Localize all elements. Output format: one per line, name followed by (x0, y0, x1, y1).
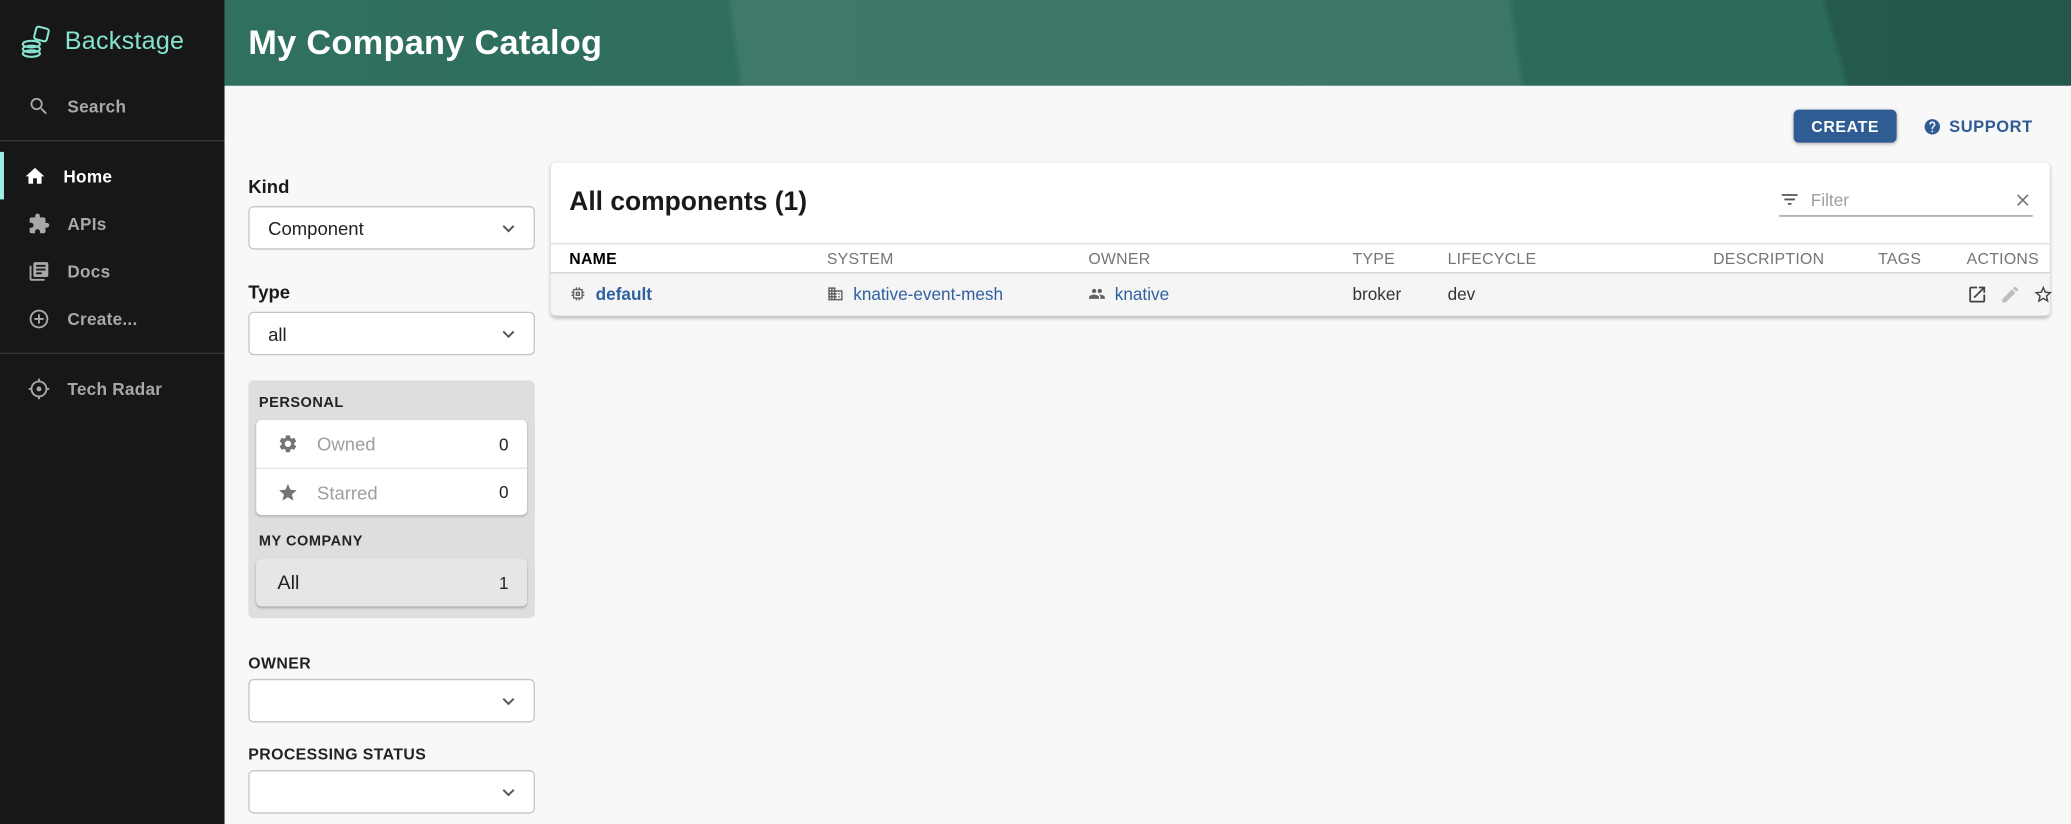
logo-text: Backstage (65, 28, 185, 57)
home-icon (24, 164, 46, 186)
cell-system: knative-event-mesh (820, 284, 1082, 304)
sidebar-item-label: Home (63, 166, 112, 186)
sidebar-item-label: Search (67, 96, 126, 116)
personal-heading: PERSONAL (256, 390, 527, 420)
filters-panel: Kind Component Type all PERSONAL (248, 176, 535, 814)
sidebar-item-label: APIs (67, 213, 106, 233)
help-icon (1923, 117, 1941, 135)
sidebar-item-tech-radar[interactable]: Tech Radar (0, 365, 225, 413)
backstage-logo[interactable]: Backstage (0, 0, 225, 63)
picker-item-all[interactable]: All 1 (256, 559, 527, 607)
company-heading: MY COMPANY (256, 528, 527, 558)
picker-item-label: Owned (317, 433, 499, 454)
open-in-new-icon[interactable] (1967, 284, 1988, 305)
column-header-name[interactable]: NAME (551, 249, 820, 267)
create-button[interactable]: CREATE (1794, 110, 1896, 143)
picker-item-count: 0 (499, 434, 509, 454)
picker-item-count: 0 (499, 482, 509, 502)
type-label: Type (248, 281, 535, 302)
sidebar: Backstage Search Home APIs Docs (0, 0, 225, 824)
main-area: My Company Catalog CREATE SUPPORT Kind C… (225, 0, 2071, 824)
column-header-description[interactable]: DESCRIPTION (1706, 249, 1871, 267)
processing-status-label: PROCESSING STATUS (248, 745, 535, 763)
picker-item-label: All (277, 571, 499, 593)
sidebar-item-docs[interactable]: Docs (0, 247, 225, 295)
owner-label: OWNER (248, 654, 535, 672)
entity-link[interactable]: default (596, 284, 652, 304)
chevron-down-icon (497, 216, 521, 240)
owner-link[interactable]: knative (1115, 284, 1169, 304)
table-filter-field (1779, 189, 2033, 217)
owner-select[interactable] (248, 679, 535, 723)
type-select-value: all (268, 323, 287, 344)
target-icon (28, 377, 50, 399)
star-icon (277, 481, 298, 502)
add-circle-icon (28, 307, 50, 329)
cell-actions (1960, 284, 2068, 305)
column-header-owner[interactable]: OWNER (1082, 249, 1346, 267)
sidebar-item-apis[interactable]: APIs (0, 199, 225, 247)
sidebar-item-label: Create... (67, 308, 137, 328)
support-label: SUPPORT (1949, 117, 2033, 135)
component-icon (569, 286, 586, 303)
column-header-type[interactable]: TYPE (1346, 249, 1441, 267)
kind-select[interactable]: Component (248, 206, 535, 250)
kind-label: Kind (248, 176, 535, 197)
processing-status-select[interactable] (248, 770, 535, 814)
cell-type: broker (1346, 284, 1441, 304)
system-icon (827, 286, 844, 303)
page-header: My Company Catalog (225, 0, 2071, 86)
star-border-icon[interactable] (2033, 284, 2054, 305)
catalog-card: All components (1) NAME SYSTEM OWN (551, 162, 2050, 316)
picker-item-owned[interactable]: Owned 0 (256, 420, 527, 468)
table-header-row: NAME SYSTEM OWNER TYPE LIFECYCLE DESCRIP… (551, 243, 2050, 273)
table-row: default knative-event-mesh knative (551, 273, 2050, 316)
sidebar-item-search[interactable]: Search (0, 82, 225, 130)
picker-item-count: 1 (499, 573, 509, 593)
sidebar-item-label: Docs (67, 261, 110, 281)
search-icon (28, 94, 50, 116)
cell-owner: knative (1082, 284, 1346, 304)
column-header-tags[interactable]: TAGS (1872, 249, 1960, 267)
column-header-system[interactable]: SYSTEM (820, 249, 1082, 267)
docs-icon (28, 260, 50, 282)
chevron-down-icon (497, 689, 521, 713)
group-icon (1088, 286, 1105, 303)
support-button[interactable]: SUPPORT (1923, 117, 2033, 135)
personal-card: Owned 0 Starred 0 (256, 420, 527, 515)
sidebar-divider (0, 353, 225, 354)
system-link[interactable]: knative-event-mesh (853, 284, 1003, 304)
backstage-logo-icon (18, 25, 52, 59)
picker-item-label: Starred (317, 481, 499, 502)
content-toolbar: CREATE SUPPORT (1794, 110, 2033, 143)
clear-icon[interactable] (2013, 190, 2033, 210)
table-title: All components (1) (569, 188, 807, 218)
content-area: CREATE SUPPORT Kind Component Type (225, 86, 2071, 824)
cell-lifecycle: dev (1441, 284, 1706, 304)
column-header-actions: ACTIONS (1960, 249, 2050, 267)
gear-icon (277, 433, 298, 454)
sidebar-divider (0, 140, 225, 141)
app: Backstage Search Home APIs Docs (0, 0, 2071, 824)
cell-name: default (551, 284, 820, 304)
picker-item-starred[interactable]: Starred 0 (256, 468, 527, 516)
table-filter-input[interactable] (1811, 190, 2013, 210)
page-title: My Company Catalog (225, 22, 603, 63)
sidebar-item-create[interactable]: Create... (0, 295, 225, 343)
sidebar-item-home[interactable]: Home (0, 152, 225, 200)
extension-icon (28, 212, 50, 234)
entity-picker-panel: PERSONAL Owned 0 (248, 380, 535, 618)
column-header-lifecycle[interactable]: LIFECYCLE (1441, 249, 1706, 267)
kind-select-value: Component (268, 217, 364, 238)
company-card: All 1 (256, 559, 527, 607)
sidebar-item-label: Tech Radar (67, 378, 162, 398)
chevron-down-icon (497, 780, 521, 804)
filter-list-icon (1779, 189, 1800, 210)
chevron-down-icon (497, 322, 521, 346)
edit-icon[interactable] (2000, 284, 2021, 305)
type-select[interactable]: all (248, 312, 535, 356)
